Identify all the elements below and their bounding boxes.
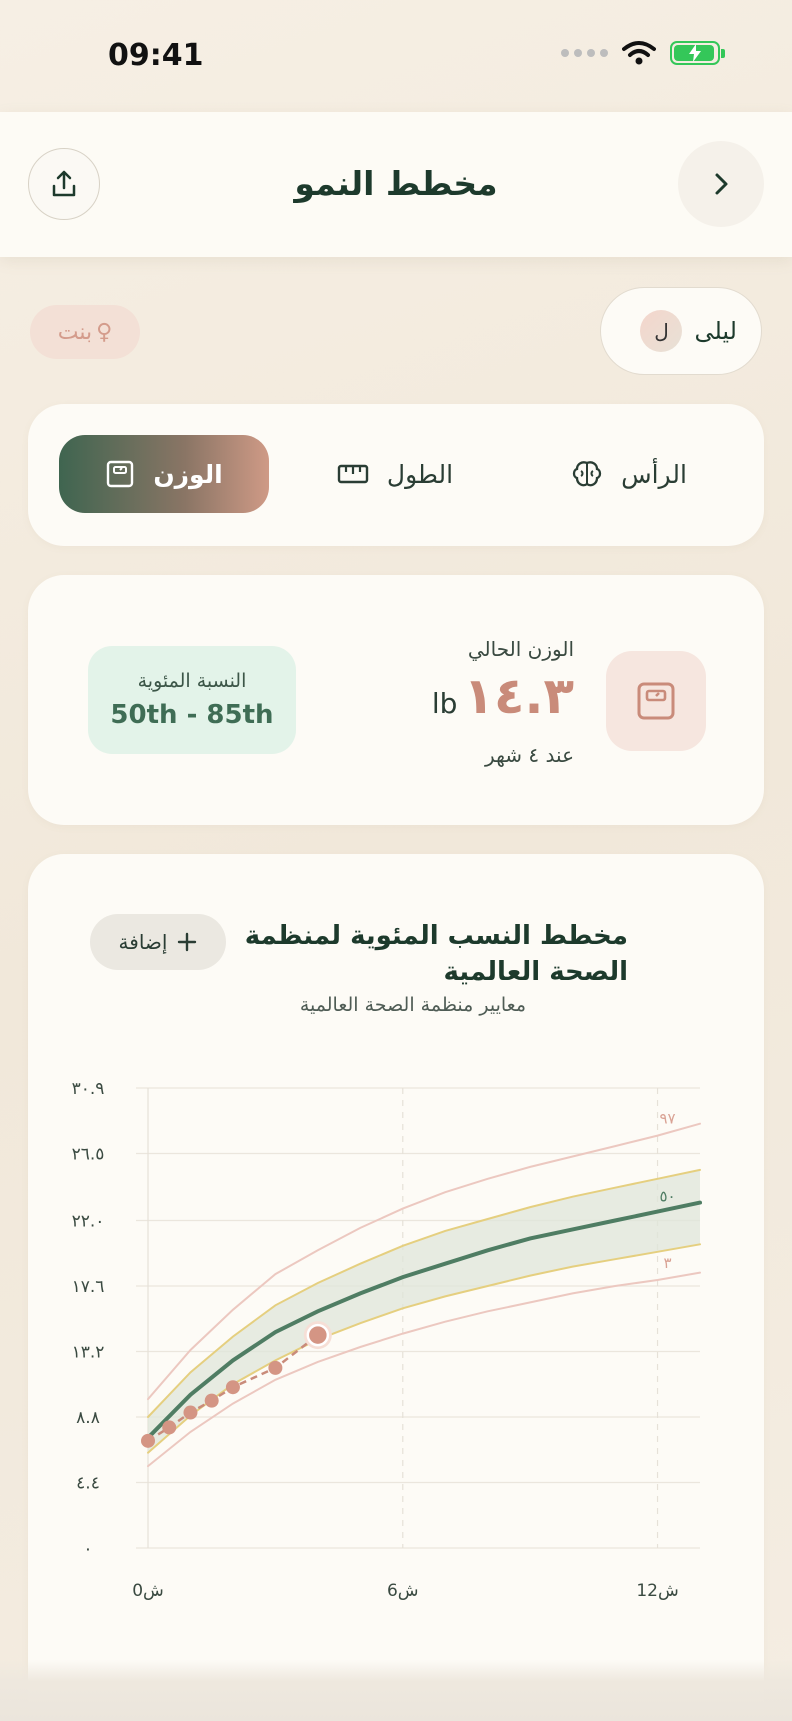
y-tick-label: ٢٢.٠ bbox=[72, 1211, 105, 1231]
gender-badge: بنت ♀ bbox=[30, 305, 140, 359]
who-chart-card: مخطط النسب المئوية لمنظمة الصحة العالمية… bbox=[28, 854, 764, 1721]
weight-age: عند ٤ شهر bbox=[485, 743, 574, 767]
percentile-box: النسبة المئوية 50th - 85th bbox=[88, 646, 296, 754]
back-button[interactable] bbox=[678, 141, 764, 227]
status-time: 09:41 bbox=[108, 38, 204, 73]
tab-weight[interactable]: الوزن bbox=[59, 435, 269, 513]
measurement-point bbox=[225, 1380, 240, 1395]
tab-head[interactable]: الرأس bbox=[524, 435, 734, 513]
curve-label-p97: ٩٧ bbox=[659, 1110, 675, 1128]
measurement-point bbox=[162, 1420, 177, 1435]
child-selector[interactable]: ل ليلى bbox=[600, 287, 762, 375]
latest-measurement-point bbox=[306, 1323, 330, 1347]
y-tick-label: ١٧.٦ bbox=[72, 1277, 105, 1297]
measurement-tabs: الوزن الطول الرأس bbox=[28, 404, 764, 546]
avatar: ل bbox=[640, 310, 683, 352]
y-tick-label: ٣٠.٩ bbox=[72, 1079, 105, 1099]
y-tick-label: ١٣.٢ bbox=[72, 1342, 105, 1362]
chevron-right-icon bbox=[715, 173, 728, 195]
bottom-fade bbox=[0, 1660, 792, 1721]
page-title: مخطط النمو bbox=[294, 164, 498, 203]
battery-icon bbox=[670, 41, 725, 65]
measurement-point bbox=[141, 1433, 155, 1448]
y-tick-label: ٤.٤ bbox=[76, 1473, 100, 1493]
y-tick-label: ٢٦.٥ bbox=[72, 1145, 105, 1165]
y-tick-label: ٨.٨ bbox=[76, 1408, 100, 1428]
current-weight-value: lb ١٤.٣ bbox=[432, 667, 574, 725]
weight-scale-tile bbox=[606, 651, 706, 751]
child-name: ليلى bbox=[694, 317, 737, 345]
ruler-icon bbox=[337, 464, 369, 484]
scale-icon bbox=[637, 682, 675, 720]
weight-unit: lb bbox=[431, 687, 458, 720]
x-tick-label: 0ش bbox=[132, 1581, 164, 1601]
growth-chart: ٠ ٤.٤ ٨.٨ ١٣.٢ ١٧.٦ ٢٢.٠ ٢٦.٥ ٣٠.٩ 0ش 6ش 12ش ٩٧ ٥٠ ٣ bbox=[72, 1079, 702, 1601]
tab-length-label: الطول bbox=[386, 459, 454, 489]
scale-icon bbox=[107, 460, 134, 488]
measurement-point bbox=[183, 1405, 198, 1420]
status-icons bbox=[561, 40, 725, 66]
x-tick-label: 6ش bbox=[387, 1581, 419, 1601]
tab-head-label: الرأس bbox=[621, 459, 687, 489]
current-weight-card: الوزن الحالي lb ١٤.٣ عند ٤ شهر النسبة ال… bbox=[28, 575, 764, 825]
cellular-signal-icon bbox=[561, 49, 608, 57]
curve-label-p50: ٥٠ bbox=[659, 1188, 675, 1206]
curve-label-p3: ٣ bbox=[664, 1254, 672, 1272]
tab-length[interactable]: الطول bbox=[290, 435, 500, 513]
measurement-point bbox=[268, 1360, 283, 1375]
percentile-label: النسبة المئوية bbox=[137, 670, 247, 692]
percentile-value: 50th - 85th bbox=[110, 700, 274, 730]
tab-weight-label: الوزن bbox=[153, 459, 223, 489]
measurement-point bbox=[204, 1393, 219, 1408]
female-icon: ♀ bbox=[96, 319, 113, 345]
app-header: مخطط النمو bbox=[0, 112, 792, 257]
weight-number: ١٤.٣ bbox=[463, 667, 574, 725]
x-tick-label: 12ش bbox=[636, 1581, 678, 1601]
gender-label: بنت bbox=[57, 319, 93, 345]
wifi-icon bbox=[622, 41, 656, 65]
brain-icon bbox=[572, 461, 602, 487]
current-weight-label: الوزن الحالي bbox=[467, 637, 574, 661]
y-tick-label: ٠ bbox=[83, 1539, 92, 1559]
